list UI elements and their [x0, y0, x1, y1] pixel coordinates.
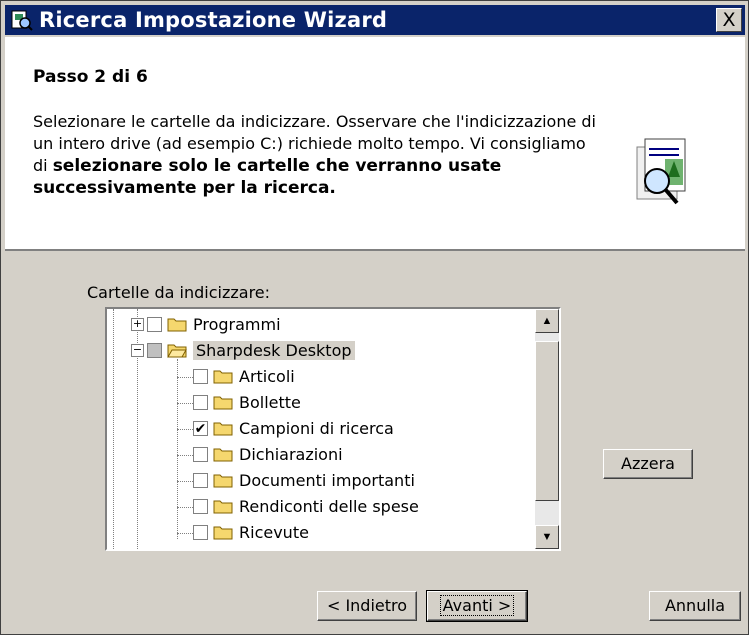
folder-icon [213, 422, 233, 436]
magnifier-document-icon [636, 138, 686, 205]
scroll-thumb[interactable] [535, 341, 559, 501]
reset-button[interactable]: Azzera [603, 449, 693, 479]
folder-icon [213, 370, 233, 384]
tree-item-label: Dichiarazioni [239, 444, 343, 464]
tree-item-label: Articoli [239, 366, 295, 386]
vertical-scrollbar[interactable]: ▲ ▼ [535, 309, 559, 549]
checkbox[interactable] [193, 472, 208, 488]
folder-tree[interactable]: + Programmi − Sharpdesk Desktop Articoli… [105, 307, 561, 551]
tree-item-documenti-importanti[interactable]: Documenti importanti [193, 467, 415, 493]
tree-item-campioni-di-ricerca[interactable]: ✔ Campioni di ricerca [193, 415, 394, 441]
tree-item-sharpdesk-desktop[interactable]: − Sharpdesk Desktop [131, 337, 355, 363]
tree-line [177, 403, 193, 404]
window-title: Ricerca Impostazione Wizard [39, 8, 388, 32]
tree-item-rendiconti-delle-spese[interactable]: Rendiconti delle spese [193, 493, 419, 519]
wizard-search-icon [11, 10, 33, 31]
step-indicator: Passo 2 di 6 [33, 67, 148, 87]
wizard-header: Passo 2 di 6 Selezionare le cartelle da … [5, 37, 745, 251]
tree-line [113, 309, 114, 549]
next-button-label: Avanti > [439, 595, 515, 616]
wizard-window: Ricerca Impostazione Wizard X Passo 2 di… [0, 0, 749, 635]
tree-line [177, 455, 193, 456]
tree-item-dichiarazioni[interactable]: Dichiarazioni [193, 441, 343, 467]
instructions-bold: selezionare solo le cartelle che verrann… [33, 156, 502, 198]
folder-icon [213, 396, 233, 410]
cancel-button[interactable]: Annulla [649, 591, 741, 621]
tree-item-label: Bollette [239, 392, 301, 412]
tree-line [177, 429, 193, 430]
tree-line [177, 533, 193, 534]
tree-item-label: Ricevute [239, 522, 309, 542]
tree-item-bollette[interactable]: Bollette [193, 389, 301, 415]
tree-line [177, 377, 193, 378]
close-button[interactable]: X [716, 8, 742, 32]
next-button[interactable]: Avanti > [426, 590, 528, 622]
open-folder-icon [167, 344, 187, 358]
folders-label: Cartelle da indicizzare: [87, 283, 271, 302]
checkbox[interactable] [147, 342, 162, 358]
checkbox-checked[interactable]: ✔ [193, 420, 208, 436]
folder-icon [213, 526, 233, 540]
title-bar[interactable]: Ricerca Impostazione Wizard X [5, 5, 745, 35]
instructions-text: Selezionare le cartelle da indicizzare. … [33, 111, 601, 199]
checkbox[interactable] [193, 498, 208, 514]
tree-item-label: Campioni di ricerca [239, 418, 394, 438]
checkbox[interactable] [193, 368, 208, 384]
tree-line [177, 507, 193, 508]
tree-item-ricevute[interactable]: Ricevute [193, 519, 309, 545]
scroll-up-button[interactable]: ▲ [535, 309, 559, 333]
tree-line [177, 359, 178, 539]
checkbox[interactable] [193, 524, 208, 540]
folder-icon [167, 318, 187, 332]
tree-item-label: Sharpdesk Desktop [193, 340, 355, 360]
folder-icon [213, 500, 233, 514]
tree-item-label: Rendiconti delle spese [239, 496, 419, 516]
folder-icon [213, 474, 233, 488]
tree-line [177, 481, 193, 482]
checkbox[interactable] [147, 316, 162, 332]
collapse-icon[interactable]: − [131, 343, 144, 357]
checkbox[interactable] [193, 394, 208, 410]
tree-item-label: Documenti importanti [239, 470, 415, 490]
tree-item-articoli[interactable]: Articoli [193, 363, 295, 389]
checkbox[interactable] [193, 446, 208, 462]
back-button[interactable]: < Indietro [317, 591, 417, 621]
folder-icon [213, 448, 233, 462]
tree-item-programmi[interactable]: + Programmi [131, 311, 281, 337]
scroll-down-button[interactable]: ▼ [535, 525, 559, 549]
expand-icon[interactable]: + [131, 317, 144, 331]
tree-item-label: Programmi [193, 314, 281, 334]
